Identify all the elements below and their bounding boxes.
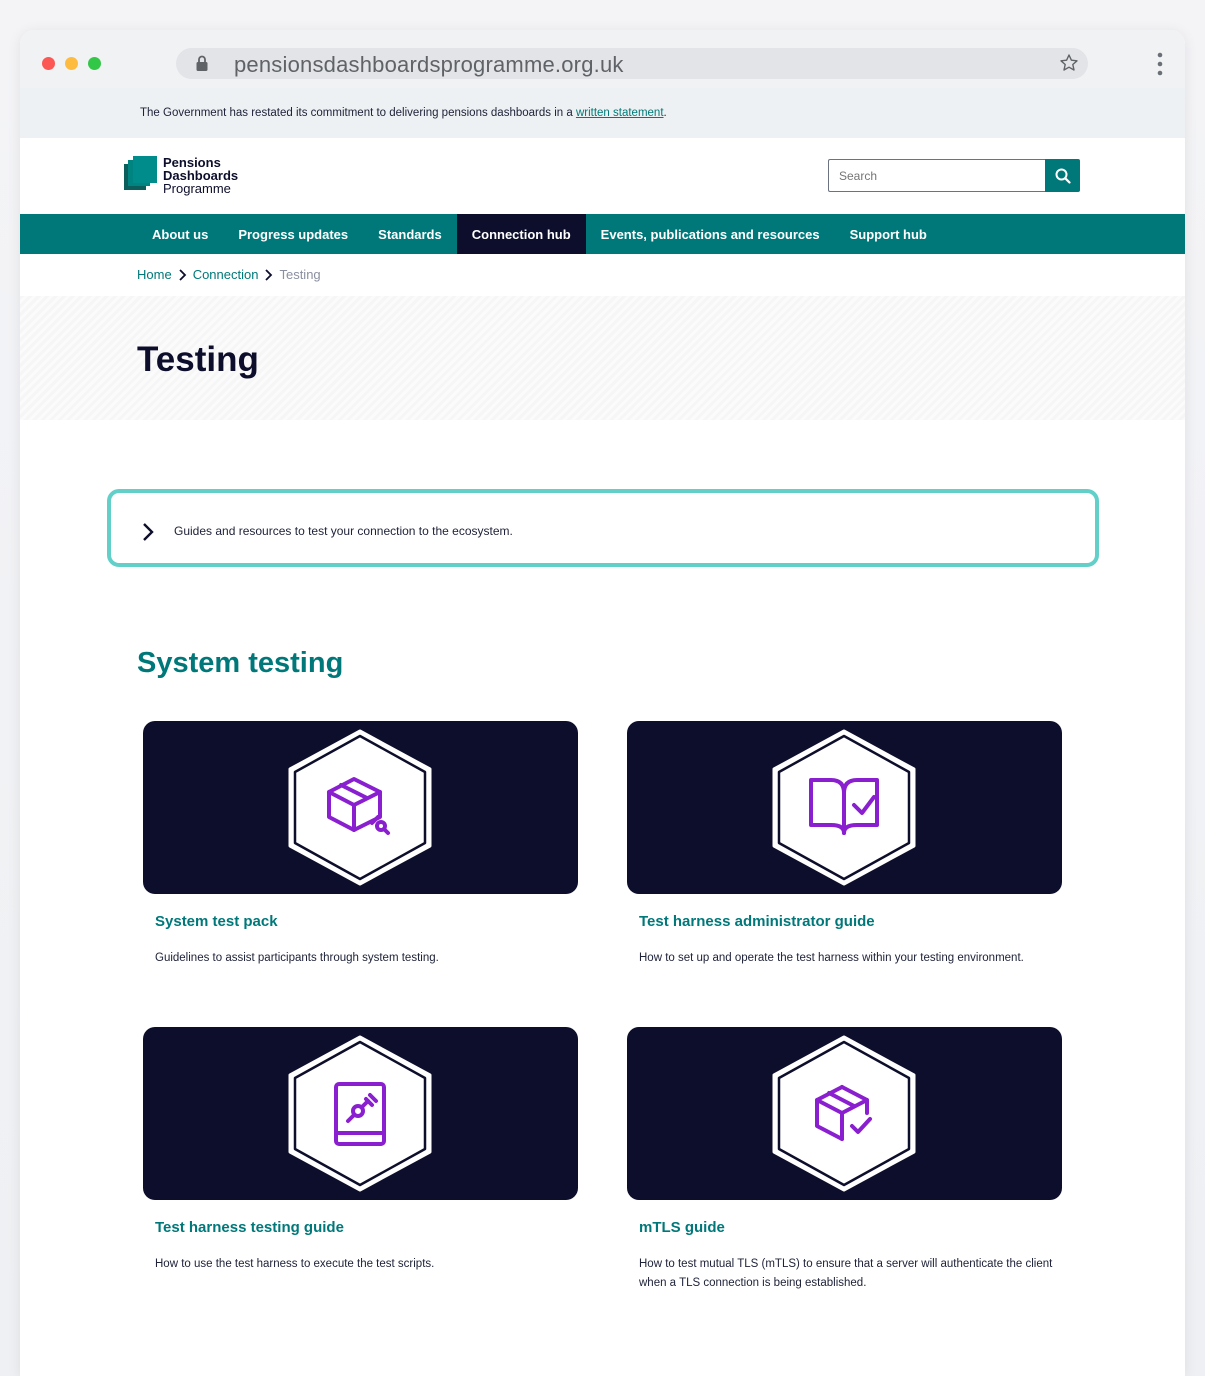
card-description: How to set up and operate the test harne…	[639, 952, 1024, 964]
card-description: Guidelines to assist participants throug…	[155, 952, 439, 964]
page-hero: Testing	[20, 296, 1185, 420]
card-description: How to test mutual TLS (mTLS) to ensure …	[639, 1258, 1053, 1289]
announcement-body: The Government has restated its commitme…	[140, 107, 576, 119]
nav-item-progress-updates[interactable]: Progress updates	[223, 214, 363, 254]
card-mtls-guide[interactable]: mTLS guide How to test mutual TLS (mTLS)…	[627, 1027, 1062, 1289]
breadcrumb-home[interactable]: Home	[137, 267, 172, 282]
minimize-window-button[interactable]	[65, 57, 78, 70]
nav-item-connection-hub[interactable]: Connection hub	[456, 214, 586, 254]
main-nav: About us Progress updates Standards Conn…	[20, 214, 1185, 254]
lock-icon	[196, 55, 208, 71]
browser-window: pensionsdashboardsprogramme.org.uk The G…	[20, 30, 1185, 1376]
chevron-right-icon	[179, 268, 186, 281]
card-test-harness-testing-guide[interactable]: Test harness testing guide How to use th…	[143, 1027, 578, 1270]
package-check-icon	[772, 1035, 916, 1192]
written-statement-link[interactable]: written statement	[576, 107, 664, 119]
window-controls	[42, 57, 101, 70]
breadcrumb-connection[interactable]: Connection	[193, 267, 259, 282]
intro-summary-box[interactable]: Guides and resources to test your connec…	[107, 489, 1099, 567]
card-test-harness-admin-guide[interactable]: Test harness administrator guide How to …	[627, 721, 1062, 964]
logo-mark-icon	[124, 156, 157, 190]
nav-item-support-hub[interactable]: Support hub	[835, 214, 942, 254]
card-image	[627, 1027, 1062, 1200]
section-title: System testing	[137, 647, 344, 679]
card-image	[143, 1027, 578, 1200]
announcement-suffix: .	[663, 107, 667, 119]
nav-item-events-publications[interactable]: Events, publications and resources	[586, 214, 835, 254]
more-menu-icon[interactable]	[1157, 52, 1163, 76]
announcement-text: The Government has restated its commitme…	[140, 107, 667, 119]
card-system-test-pack[interactable]: System test pack Guidelines to assist pa…	[143, 721, 578, 964]
book-check-icon	[772, 729, 916, 886]
nav-item-about-us[interactable]: About us	[137, 214, 223, 254]
nav-item-standards[interactable]: Standards	[363, 214, 457, 254]
card-image	[143, 721, 578, 894]
site-logo[interactable]: Pensions Dashboards Programme	[124, 156, 254, 196]
breadcrumb-current: Testing	[279, 267, 321, 282]
maximize-window-button[interactable]	[88, 57, 101, 70]
card-title[interactable]: mTLS guide	[639, 1219, 725, 1236]
package-plug-icon	[288, 729, 432, 886]
browser-toolbar: pensionsdashboardsprogramme.org.uk	[20, 30, 1185, 88]
book-plug-icon	[288, 1035, 432, 1192]
page-title: Testing	[137, 340, 259, 379]
bookmark-star-icon[interactable]	[1059, 53, 1079, 73]
search-input[interactable]	[828, 159, 1045, 192]
address-bar[interactable]: pensionsdashboardsprogramme.org.uk	[176, 48, 1088, 79]
intro-text: Guides and resources to test your connec…	[174, 524, 513, 538]
url-text[interactable]: pensionsdashboardsprogramme.org.uk	[234, 52, 624, 78]
card-title[interactable]: Test harness testing guide	[155, 1219, 344, 1236]
chevron-right-icon	[143, 523, 154, 541]
logo-line-3: Programme	[163, 181, 231, 196]
close-window-button[interactable]	[42, 57, 55, 70]
search-icon	[1055, 168, 1071, 184]
breadcrumb: Home Connection Testing	[137, 267, 321, 282]
site-header: Pensions Dashboards Programme	[20, 138, 1185, 214]
chevron-right-icon	[265, 268, 273, 281]
announcement-banner: The Government has restated its commitme…	[20, 88, 1185, 138]
card-description: How to use the test harness to execute t…	[155, 1258, 435, 1270]
logo-wordmark: Pensions Dashboards Programme	[163, 156, 238, 195]
search-button[interactable]	[1045, 159, 1080, 192]
card-title[interactable]: System test pack	[155, 913, 278, 930]
card-image	[627, 721, 1062, 894]
site-search	[828, 159, 1080, 192]
card-title[interactable]: Test harness administrator guide	[639, 913, 875, 930]
